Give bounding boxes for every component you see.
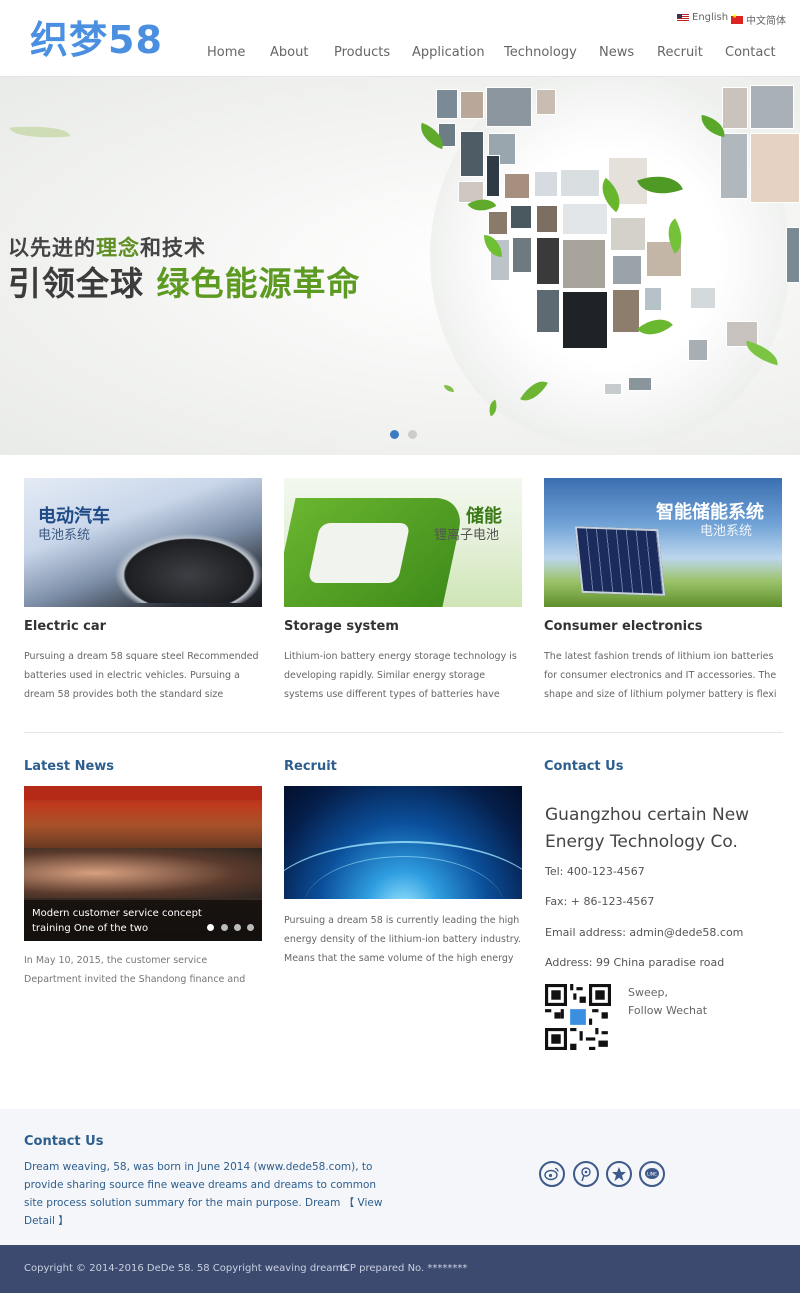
china-flag-icon xyxy=(731,13,743,24)
lang-english-link[interactable]: English xyxy=(677,12,728,23)
us-flag-icon xyxy=(677,13,689,22)
product-card-electric-car[interactable]: 电动汽车 电池系统 Electric car Pursuing a dream … xyxy=(24,478,262,700)
company-name: Guangzhou certain New Energy Technology … xyxy=(545,805,750,852)
product-card-storage-system[interactable]: 储能 锂离子电池 Storage system Lithium-ion batt… xyxy=(284,478,522,700)
wechat-text-line2: Follow Wechat xyxy=(628,1004,708,1017)
slider-dot[interactable] xyxy=(408,430,417,439)
contact-tel: Tel: 400-123-4567 xyxy=(545,865,645,878)
product-description: Pursuing a dream 58 square steel Recomme… xyxy=(24,651,259,700)
latest-news-heading[interactable]: Latest News xyxy=(24,759,114,774)
news-summary: In May 10, 2015, the customer service De… xyxy=(24,955,246,985)
nav-application[interactable]: Application xyxy=(412,45,485,60)
banner-headline: 引领全球 绿色能源革命 xyxy=(8,257,361,305)
product-card-consumer-electronics[interactable]: 智能储能系统 电池系统 Consumer electronics The lat… xyxy=(544,478,782,700)
recruit-image[interactable] xyxy=(284,786,522,899)
product-description: Lithium-ion battery energy storage techn… xyxy=(284,651,517,700)
news-slider-dot[interactable] xyxy=(234,924,241,931)
product-image-storage-system[interactable]: 储能 锂离子电池 xyxy=(284,478,522,607)
site-logo[interactable]: 织梦58 xyxy=(30,18,163,62)
svg-text:LINE: LINE xyxy=(647,1172,657,1178)
weibo-icon[interactable] xyxy=(539,1161,565,1187)
footer-description: Dream weaving, 58, was born in June 2014… xyxy=(24,1158,384,1230)
news-slide-image[interactable]: Modern customer service concept training… xyxy=(24,786,262,941)
icp-text: ICP prepared No. ******** xyxy=(340,1263,468,1274)
recruit-heading[interactable]: Recruit xyxy=(284,759,337,774)
nav-recruit[interactable]: Recruit xyxy=(657,45,703,60)
news-slide-caption[interactable]: Modern customer service concept training… xyxy=(24,900,262,941)
footer-info: Contact Us Dream weaving, 58, was born i… xyxy=(0,1109,800,1245)
tencent-weibo-icon[interactable] xyxy=(573,1161,599,1187)
contact-heading[interactable]: Contact Us xyxy=(544,759,623,774)
product-title[interactable]: Electric car xyxy=(24,619,106,634)
product-image-consumer-electronics[interactable]: 智能储能系统 电池系统 xyxy=(544,478,782,607)
banner-headline-part2: 绿色能源革命 xyxy=(156,264,361,303)
news-slider-dot[interactable] xyxy=(207,924,214,931)
site-header: 织梦58 English 中文简体 Home About Products Ap… xyxy=(0,0,800,77)
footer-contact-heading: Contact Us xyxy=(24,1134,104,1149)
product-image-subtitle: 电池系统 xyxy=(700,524,753,539)
banner-headline-part1: 引领全球 xyxy=(8,264,157,303)
lang-chinese-label: 中文简体 xyxy=(746,16,786,27)
news-slider-dot[interactable] xyxy=(247,924,254,931)
lang-chinese-link[interactable]: 中文简体 xyxy=(731,12,786,27)
nav-about[interactable]: About xyxy=(270,45,308,60)
product-title[interactable]: Storage system xyxy=(284,619,399,634)
wechat-follow-text: Sweep, Follow Wechat xyxy=(628,984,707,1020)
nav-contact[interactable]: Contact xyxy=(725,45,776,60)
recruit-summary: Pursuing a dream 58 is currently leading… xyxy=(284,915,521,964)
wechat-text-line1: Sweep, xyxy=(628,986,668,999)
contact-address: Address: 99 China paradise road xyxy=(545,956,725,969)
star-icon[interactable] xyxy=(606,1161,632,1187)
nav-products[interactable]: Products xyxy=(334,45,390,60)
product-image-electric-car[interactable]: 电动汽车 电池系统 xyxy=(24,478,262,607)
product-image-subtitle: 电池系统 xyxy=(38,528,91,543)
product-image-subtitle: 锂离子电池 xyxy=(434,528,500,543)
nav-home[interactable]: Home xyxy=(207,45,245,60)
hero-banner[interactable]: 以先进的理念和技术 引领全球 绿色能源革命 xyxy=(0,77,800,455)
lang-english-label: English xyxy=(692,12,729,23)
copyright-bar: Copyright © 2014-2016 DeDe 58. 58 Copyri… xyxy=(0,1245,800,1293)
nav-news[interactable]: News xyxy=(599,45,634,60)
wechat-qr-code xyxy=(545,984,611,1050)
footer-description-text: Dream weaving, 58, was born in June 2014… xyxy=(24,1161,377,1209)
contact-fax: Fax: + 86-123-4567 xyxy=(545,895,655,908)
section-divider xyxy=(24,732,783,733)
product-description: The latest fashion trends of lithium ion… xyxy=(544,651,777,700)
contact-email: Email address: admin@dede58.com xyxy=(545,926,744,939)
news-slider-dot[interactable] xyxy=(221,924,228,931)
nav-technology[interactable]: Technology xyxy=(504,45,577,60)
copyright-text: Copyright © 2014-2016 DeDe 58. 58 Copyri… xyxy=(24,1263,348,1274)
line-icon[interactable]: LINE xyxy=(639,1161,665,1187)
slider-dot[interactable] xyxy=(390,430,399,439)
product-title[interactable]: Consumer electronics xyxy=(544,619,703,634)
